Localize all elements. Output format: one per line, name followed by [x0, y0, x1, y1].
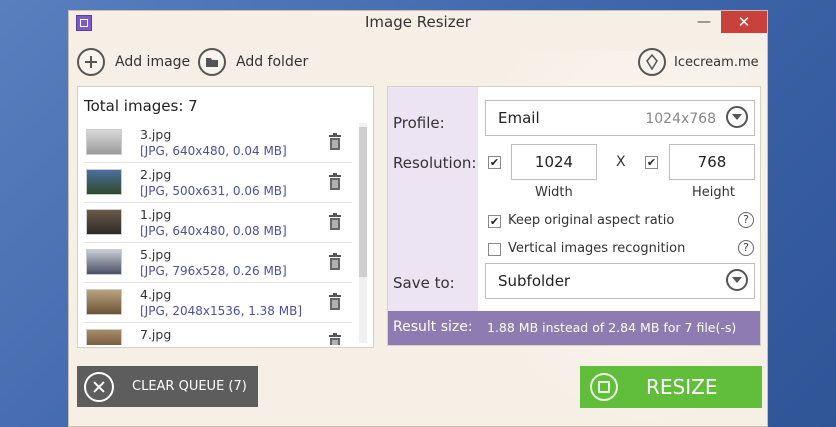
list-item[interactable]: 3.jpg [JPG, 640x480, 0.04 MB]	[84, 123, 352, 163]
total-images: Total images: 7	[84, 97, 198, 115]
save-to-value: Subfolder	[498, 272, 571, 290]
width-checkbox[interactable]: ✔	[488, 156, 501, 169]
resize-icon	[590, 373, 618, 401]
trash-icon[interactable]	[328, 253, 342, 271]
image-list[interactable]: 3.jpg [JPG, 640x480, 0.04 MB] 2.jpg [JPG…	[84, 123, 352, 345]
settings-panel: Profile: Resolution: Save to: Email 1024…	[387, 86, 761, 346]
resize-label: RESIZE	[646, 375, 718, 399]
list-item[interactable]: 1.jpg [JPG, 640x480, 0.08 MB]	[84, 203, 352, 243]
resize-button[interactable]: RESIZE	[580, 366, 762, 408]
list-item[interactable]: 7.jpg	[84, 323, 352, 345]
profile-value: Email	[498, 109, 540, 127]
keep-aspect-label: Keep original aspect ratio	[508, 213, 675, 228]
title-bar: Image Resizer — ✕	[69, 11, 767, 35]
file-info: [JPG, 640x480, 0.04 MB]	[140, 144, 287, 158]
file-name: 5.jpg	[140, 247, 172, 262]
help-icon[interactable]: ?	[738, 240, 754, 256]
keep-aspect-checkbox[interactable]: ✔	[488, 215, 501, 228]
add-image-button[interactable]: Add image	[77, 46, 190, 78]
width-label: Width	[535, 185, 573, 200]
result-label: Result size:	[393, 319, 473, 335]
close-icon	[84, 371, 114, 402]
height-label: Height	[692, 185, 735, 200]
trash-icon[interactable]	[328, 173, 342, 191]
brand-link[interactable]: Icecream.me	[638, 46, 759, 78]
image-thumbnail	[86, 249, 122, 275]
file-info: [JPG, 2048x1536, 1.38 MB]	[140, 304, 302, 318]
image-thumbnail	[86, 329, 122, 345]
image-thumbnail	[86, 169, 122, 195]
save-to-dropdown[interactable]: Subfolder	[485, 263, 755, 299]
folder-icon	[198, 48, 226, 76]
file-name: 1.jpg	[140, 207, 172, 222]
scrollbar-thumb[interactable]	[359, 127, 367, 277]
result-bar: Result size: 1.88 MB instead of 2.84 MB …	[388, 311, 760, 345]
trash-icon[interactable]	[328, 333, 342, 345]
save-to-label: Save to:	[393, 274, 455, 292]
image-thumbnail	[86, 289, 122, 315]
vertical-recognition-checkbox[interactable]	[488, 243, 501, 256]
clear-queue-button[interactable]: CLEAR QUEUE (7)	[77, 366, 258, 407]
profile-label: Profile:	[393, 114, 445, 132]
file-name: 7.jpg	[140, 327, 172, 342]
file-info: [JPG, 500x631, 0.06 MB]	[140, 184, 287, 198]
profile-dimensions: 1024x768	[645, 111, 716, 127]
list-item[interactable]: 4.jpg [JPG, 2048x1536, 1.38 MB]	[84, 283, 352, 323]
queue-panel: Total images: 7 3.jpg [JPG, 640x480, 0.0…	[77, 86, 374, 348]
clear-queue-label: CLEAR QUEUE (7)	[132, 379, 247, 394]
height-value: 768	[697, 153, 727, 171]
resolution-label: Resolution:	[393, 154, 477, 172]
dimension-separator: X	[616, 154, 626, 170]
file-info: [JPG, 796x528, 0.26 MB]	[140, 264, 287, 278]
file-name: 4.jpg	[140, 287, 172, 302]
file-info: [JPG, 640x480, 0.08 MB]	[140, 224, 287, 238]
result-value: 1.88 MB instead of 2.84 MB for 7 file(-s…	[487, 320, 737, 335]
trash-icon[interactable]	[328, 133, 342, 151]
image-thumbnail	[86, 129, 122, 155]
list-scrollbar[interactable]	[359, 123, 367, 343]
help-icon[interactable]: ?	[738, 212, 754, 228]
close-button[interactable]: ✕	[721, 11, 767, 33]
chevron-down-icon	[726, 106, 748, 128]
brand-label: Icecream.me	[674, 54, 759, 70]
image-thumbnail	[86, 209, 122, 235]
window-title: Image Resizer	[365, 13, 471, 31]
profile-dropdown[interactable]: Email 1024x768	[485, 100, 755, 136]
height-input[interactable]: 768	[669, 144, 755, 180]
file-name: 3.jpg	[140, 127, 172, 142]
add-folder-label: Add folder	[236, 54, 309, 70]
trash-icon[interactable]	[328, 213, 342, 231]
height-checkbox[interactable]: ✔	[645, 156, 658, 169]
add-folder-button[interactable]: Add folder	[198, 46, 308, 78]
minimize-button[interactable]: —	[689, 11, 719, 33]
file-name: 2.jpg	[140, 167, 172, 182]
app-window: Image Resizer — ✕ Add image Add folder I…	[68, 10, 768, 427]
plus-icon	[77, 48, 105, 76]
vertical-recognition-label: Vertical images recognition	[508, 241, 686, 256]
add-image-label: Add image	[115, 54, 191, 70]
icecream-logo-icon	[638, 48, 666, 76]
width-value: 1024	[534, 153, 574, 171]
chevron-down-icon	[726, 269, 748, 291]
list-item[interactable]: 5.jpg [JPG, 796x528, 0.26 MB]	[84, 243, 352, 283]
list-item[interactable]: 2.jpg [JPG, 500x631, 0.06 MB]	[84, 163, 352, 203]
width-input[interactable]: 1024	[511, 144, 597, 180]
trash-icon[interactable]	[328, 293, 342, 311]
